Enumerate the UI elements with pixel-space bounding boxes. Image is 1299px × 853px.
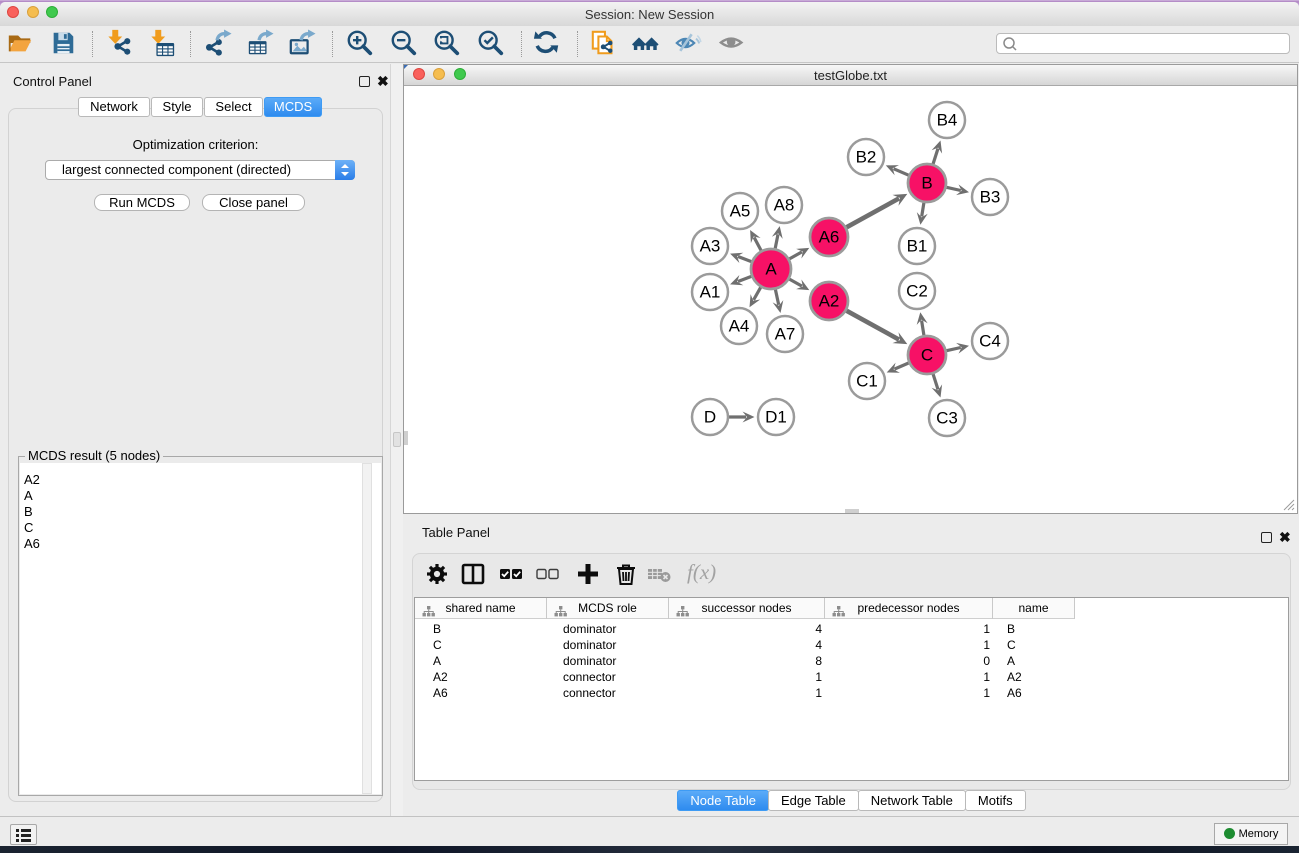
svg-text:C4: C4 bbox=[979, 332, 1001, 351]
svg-text:A: A bbox=[765, 260, 777, 279]
svg-text:B2: B2 bbox=[856, 148, 877, 167]
svg-text:A6: A6 bbox=[819, 228, 840, 247]
svg-text:A1: A1 bbox=[700, 283, 721, 302]
svg-text:B1: B1 bbox=[907, 237, 928, 256]
svg-text:C2: C2 bbox=[906, 282, 928, 301]
svg-text:A8: A8 bbox=[774, 196, 795, 215]
svg-text:B3: B3 bbox=[980, 188, 1001, 207]
svg-text:B4: B4 bbox=[937, 111, 958, 130]
svg-text:C: C bbox=[921, 346, 933, 365]
svg-text:D1: D1 bbox=[765, 408, 787, 427]
svg-text:A5: A5 bbox=[730, 202, 751, 221]
svg-text:B: B bbox=[921, 174, 932, 193]
svg-text:A3: A3 bbox=[700, 237, 721, 256]
svg-text:A4: A4 bbox=[729, 317, 750, 336]
svg-text:C3: C3 bbox=[936, 409, 958, 428]
svg-text:D: D bbox=[704, 408, 716, 427]
svg-text:A7: A7 bbox=[775, 325, 796, 344]
svg-text:A2: A2 bbox=[819, 292, 840, 311]
svg-text:C1: C1 bbox=[856, 372, 878, 391]
